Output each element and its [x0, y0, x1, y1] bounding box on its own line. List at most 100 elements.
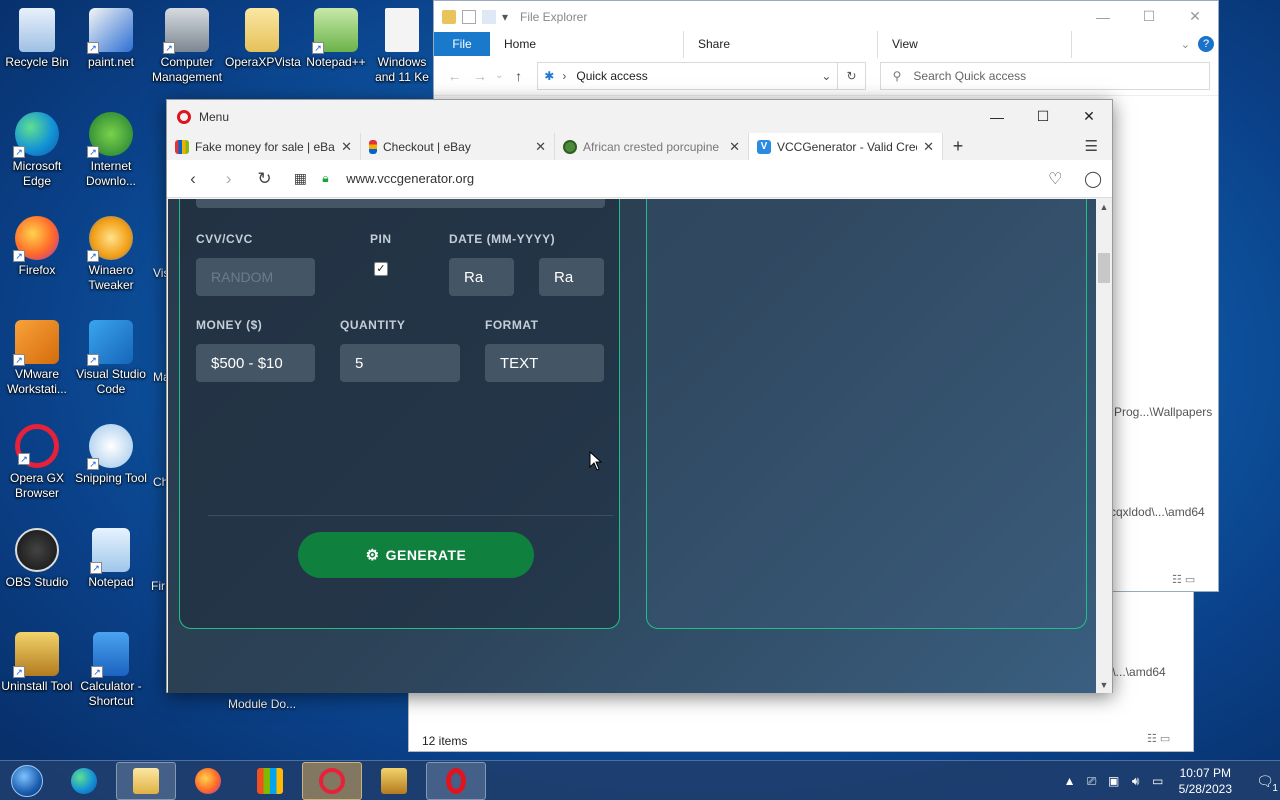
desktop-icon-firefox[interactable]: ↗ Firefox: [0, 216, 74, 278]
forward-arrow-icon[interactable]: →: [467, 68, 492, 84]
back-arrow-icon[interactable]: ←: [442, 68, 467, 84]
browser-tab-ebay-checkout[interactable]: Checkout | eBay ✕: [361, 133, 555, 160]
desktop-icon-calculator[interactable]: ↗ Calculator - Shortcut: [74, 632, 148, 709]
address-bar[interactable]: ✱ › Quick access ⌄: [537, 61, 839, 90]
cvv-input[interactable]: RANDOM: [196, 258, 315, 296]
maximize-button[interactable]: ☐: [1126, 1, 1172, 32]
new-tab-icon[interactable]: +: [943, 136, 973, 157]
opera-logo-icon[interactable]: [177, 109, 191, 124]
taskbar-opera[interactable]: [426, 761, 486, 800]
recent-locations-icon[interactable]: ⌄: [492, 70, 506, 81]
clipped-desktop-label: Module Do...: [228, 697, 297, 711]
minimize-button[interactable]: —: [974, 100, 1020, 133]
tab-title: African crested porcupine: [583, 139, 720, 154]
pin-checkbox[interactable]: ✓: [374, 262, 388, 276]
scroll-up-icon[interactable]: ▲: [1096, 199, 1112, 215]
desktop-icon-notepad-plus-plus[interactable]: ↗ Notepad++: [299, 8, 373, 70]
ribbon-tab-share[interactable]: Share: [684, 30, 878, 58]
taskbar-uninstall-tool[interactable]: [364, 762, 424, 800]
desktop-icon-microsoft-edge[interactable]: ↗ Microsoft Edge: [0, 112, 74, 189]
minimize-button[interactable]: —: [1080, 1, 1126, 32]
desktop-icon-windows-keys[interactable]: Windows and 11 Ke: [370, 8, 434, 85]
show-hidden-icons-icon[interactable]: ▲: [1059, 774, 1081, 788]
desktop-icon-opera-gx[interactable]: ↗ Opera GX Browser: [0, 424, 74, 501]
tab-close-icon[interactable]: ✕: [729, 139, 740, 155]
close-button[interactable]: ✕: [1172, 1, 1218, 32]
desktop-icon-recycle-bin[interactable]: Recycle Bin: [0, 8, 74, 70]
help-icon[interactable]: ?: [1198, 36, 1214, 52]
refresh-icon[interactable]: ↻: [838, 61, 866, 90]
month-select[interactable]: Ra: [449, 258, 514, 296]
desktop-icon-internet-download[interactable]: ↗ Internet Downlo...: [74, 112, 148, 189]
maximize-button[interactable]: ☐: [1020, 100, 1066, 133]
back-icon[interactable]: ‹: [175, 169, 211, 189]
browser-tab-ebay-fake-money[interactable]: Fake money for sale | eBay ✕: [167, 133, 361, 160]
taskbar-store[interactable]: [240, 762, 300, 800]
url-text: www.vccgenerator.org: [346, 171, 475, 186]
close-button[interactable]: ✕: [1066, 100, 1112, 133]
money-select[interactable]: $500 - $10: [196, 344, 315, 382]
usb-icon[interactable]: ▭: [1147, 774, 1169, 788]
search-input[interactable]: ⚲ Search Quick access: [879, 61, 1211, 90]
tab-close-icon[interactable]: ✕: [535, 139, 546, 155]
browser-tab-porcupine[interactable]: African crested porcupine ✕: [555, 133, 749, 160]
scroll-thumb[interactable]: [1098, 253, 1110, 283]
desktop-icon-vmware[interactable]: ↗ VMware Workstati...: [0, 320, 74, 397]
network-adapter-icon[interactable]: ⎚: [1081, 774, 1103, 789]
taskbar-opera-gx[interactable]: [302, 761, 362, 800]
properties-icon[interactable]: [462, 9, 476, 24]
up-arrow-icon[interactable]: ↑: [506, 68, 531, 84]
view-toggle-icon[interactable]: ☷ ▭: [1172, 573, 1206, 586]
start-button[interactable]: [0, 761, 54, 800]
account-icon[interactable]: ◯: [1074, 169, 1112, 189]
previous-field-input[interactable]: [196, 199, 605, 208]
url-bar[interactable]: 🔒︎ www.vccgenerator.org: [322, 166, 1036, 192]
recycle-bin-icon: [19, 8, 55, 52]
desktop-icon-winaero-tweaker[interactable]: ↗ Winaero Tweaker: [74, 216, 148, 293]
desktop-icon-computer-management[interactable]: ↗ Computer Management: [150, 8, 224, 85]
clock[interactable]: 10:07 PM 5/28/2023: [1179, 765, 1232, 797]
opera-browser-window[interactable]: Menu — ☐ ✕ Fake money for sale | eBay ✕ …: [166, 99, 1113, 693]
ribbon-tab-home[interactable]: Home: [490, 30, 684, 58]
chevron-down-icon[interactable]: ⌄: [1181, 38, 1190, 51]
taskbar-firefox[interactable]: [178, 762, 238, 800]
chevron-down-icon[interactable]: ▾: [502, 10, 510, 24]
reload-icon[interactable]: ↻: [247, 169, 283, 189]
format-select[interactable]: TEXT: [485, 344, 604, 382]
opera-menu-label[interactable]: Menu: [199, 110, 229, 124]
browser-tab-vccgenerator[interactable]: V VCCGenerator - Valid Cred ✕: [749, 133, 943, 160]
network-icon[interactable]: ▣: [1103, 774, 1125, 788]
desktop-icon-notepad[interactable]: ↗ Notepad: [74, 528, 148, 590]
mouse-cursor-icon: [589, 451, 603, 471]
bookmark-heart-icon[interactable]: ♡: [1036, 169, 1074, 189]
desktop-icon-snipping-tool[interactable]: ↗ Snipping Tool: [74, 424, 148, 486]
desktop-icon-paint-net[interactable]: ↗ paint.net: [74, 8, 148, 70]
year-select[interactable]: Ra: [539, 258, 604, 296]
ribbon-tab-file[interactable]: File: [434, 32, 490, 56]
taskbar-file-explorer[interactable]: [116, 761, 176, 800]
desktop-icon-visual-studio-code[interactable]: ↗ Visual Studio Code: [74, 320, 148, 397]
notification-center-icon[interactable]: 🗨︎ 1: [1250, 761, 1280, 800]
volume-icon[interactable]: 🔊︎: [1125, 774, 1147, 789]
desktop-icon-uninstall-tool[interactable]: ↗ Uninstall Tool: [0, 632, 74, 694]
desktop-icon-obs-studio[interactable]: OBS Studio: [0, 528, 74, 590]
view-toggle-icon[interactable]: ☷ ▭: [1147, 732, 1181, 745]
new-folder-icon[interactable]: [482, 9, 496, 24]
obs-icon: [15, 528, 59, 572]
forward-icon[interactable]: ›: [211, 169, 247, 189]
tab-menu-icon[interactable]: ☰: [1085, 137, 1098, 155]
date-label: DATE (MM-YYYY): [449, 232, 556, 246]
quantity-input[interactable]: 5: [340, 344, 460, 382]
speed-dial-icon[interactable]: ▦: [282, 170, 318, 187]
scroll-down-icon[interactable]: ▼: [1096, 677, 1112, 693]
generate-button[interactable]: ⚙ GENERATE: [298, 532, 534, 578]
desktop-icon-label: Uninstall Tool: [1, 679, 73, 693]
tab-close-icon[interactable]: ✕: [341, 139, 352, 155]
desktop-icon-operaxpvista[interactable]: OperaXPVista: [225, 8, 301, 70]
desktop-icon-label: Windows and 11 Ke: [375, 55, 429, 84]
tab-close-icon[interactable]: ✕: [923, 139, 934, 155]
taskbar-edge[interactable]: [54, 762, 114, 800]
ribbon-tab-view[interactable]: View: [878, 30, 1072, 58]
address-dropdown-icon[interactable]: ⌄: [821, 69, 831, 83]
page-scrollbar[interactable]: ▲ ▼: [1096, 199, 1112, 693]
